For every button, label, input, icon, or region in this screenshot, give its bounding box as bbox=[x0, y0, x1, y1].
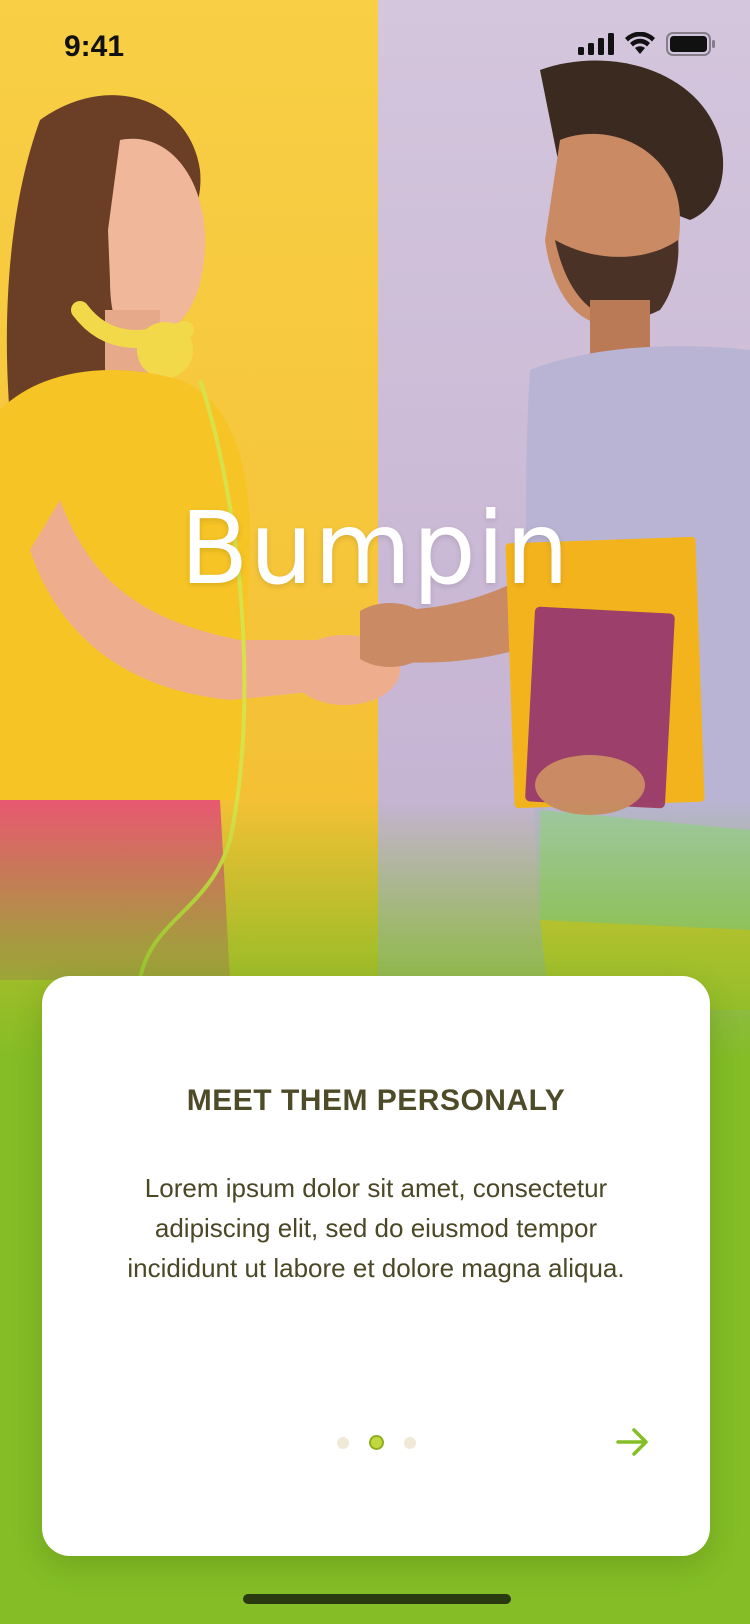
card-description: Lorem ipsum dolor sit amet, consectetur … bbox=[127, 1173, 625, 1283]
wifi-icon bbox=[625, 32, 655, 54]
onboarding-screen: Bumpin 9:41 MEET THEM PERSONALY Lorem ip… bbox=[0, 0, 750, 1624]
battery-icon bbox=[666, 32, 715, 56]
arrow-right-icon bbox=[616, 1428, 648, 1456]
pagination-dot[interactable] bbox=[336, 1436, 349, 1449]
card-title: MEET THEM PERSONALY bbox=[186, 1084, 566, 1117]
status-bar: 9:41 bbox=[0, 0, 750, 92]
status-icons bbox=[578, 32, 716, 56]
status-time: 9:41 bbox=[64, 30, 125, 63]
pagination-dot-active[interactable] bbox=[368, 1435, 384, 1450]
next-button[interactable] bbox=[608, 1418, 656, 1466]
home-indicator[interactable] bbox=[243, 1594, 511, 1604]
app-logo: Bumpin bbox=[179, 490, 571, 607]
onboarding-card: MEET THEM PERSONALY Lorem ipsum dolor si… bbox=[42, 976, 710, 1556]
cellular-signal-icon bbox=[578, 33, 614, 55]
hero-photo: Bumpin bbox=[0, 0, 750, 1060]
pagination-dot[interactable] bbox=[403, 1436, 416, 1449]
